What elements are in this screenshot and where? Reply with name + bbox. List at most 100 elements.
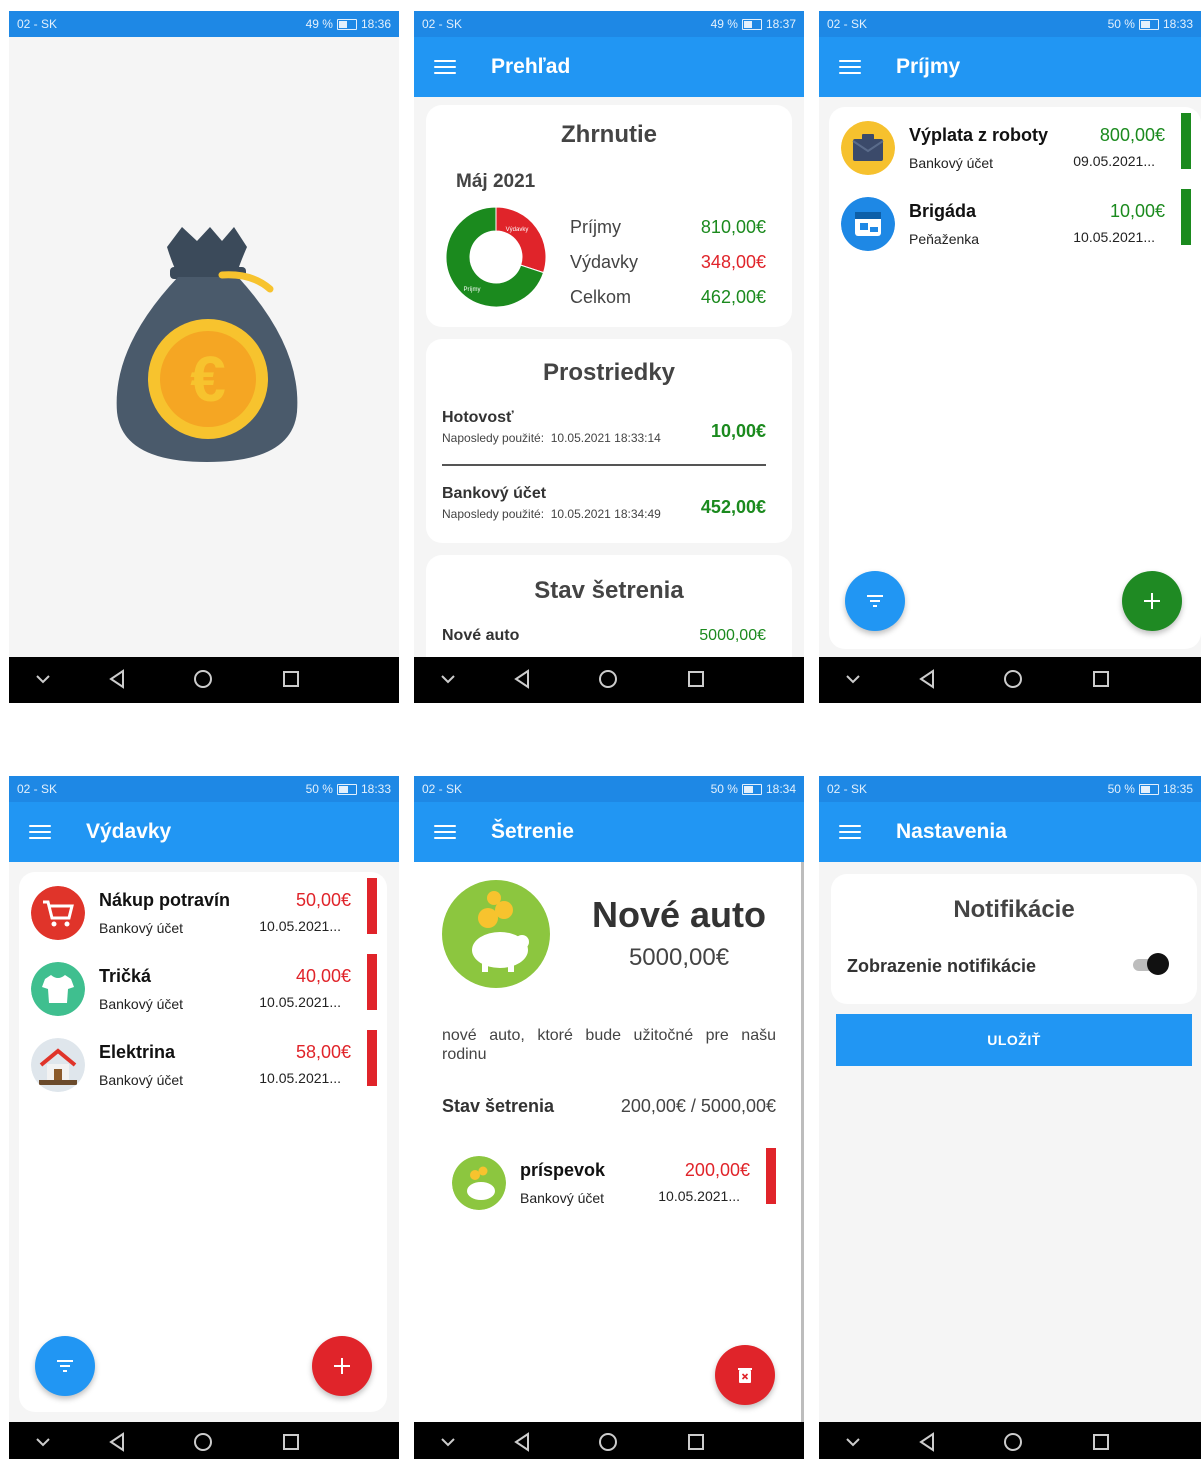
filter-button[interactable] xyxy=(845,571,905,631)
summary-label: Príjmy xyxy=(570,217,621,237)
chevron-down-icon[interactable] xyxy=(845,1432,861,1452)
recents-icon[interactable] xyxy=(686,669,706,689)
back-icon[interactable] xyxy=(512,1432,532,1452)
fund-last-used: 10.05.2021 18:34:49 xyxy=(550,507,661,521)
battery-icon xyxy=(741,18,762,30)
add-expense-button[interactable] xyxy=(312,1336,372,1396)
status-bar: 02 - SK 49 % 18:37 xyxy=(414,11,804,37)
home-icon[interactable] xyxy=(598,669,618,689)
expense-indicator xyxy=(367,878,377,934)
app-bar: Nastavenia xyxy=(819,802,1201,862)
piggy-bank-icon xyxy=(442,880,550,988)
progress-label: Stav šetrenia xyxy=(442,1096,555,1116)
menu-icon[interactable] xyxy=(434,825,456,839)
battery-level: 50 % xyxy=(1107,17,1135,31)
last-used-label: Naposledy použité: xyxy=(442,507,545,521)
item-name: Elektrina xyxy=(99,1042,176,1062)
notifications-heading: Notifikácie xyxy=(953,896,1075,923)
overview-screen: 02 - SK 49 % 18:37 Prehľad Zhrnutie Máj 2… xyxy=(414,11,804,703)
item-name: Brigáda xyxy=(909,201,977,221)
clock: 18:33 xyxy=(1162,17,1193,31)
piggy-bank-icon xyxy=(452,1156,506,1210)
home-icon[interactable] xyxy=(193,1432,213,1452)
chevron-down-icon[interactable] xyxy=(440,669,456,689)
list-item[interactable]: príspevok Bankový účet 200,00€ 10.05.202… xyxy=(440,1148,786,1222)
recents-icon[interactable] xyxy=(281,1432,301,1452)
savings-screen: 02 - SK 50 % 18:34 Šetrenie Nové auto 500… xyxy=(414,776,804,1459)
list-item[interactable]: Brigáda Peňaženka 10,00€ 10.05.2021... xyxy=(829,189,1201,263)
list-item[interactable]: Výplata z roboty Bankový účet 800,00€ 09… xyxy=(829,113,1201,187)
expenses-screen: 02 - SK 50 % 18:33 Výdavky Nákup potravín… xyxy=(9,776,399,1459)
fund-value: 452,00€ xyxy=(700,497,766,517)
deposit-indicator xyxy=(766,1148,776,1204)
chevron-down-icon[interactable] xyxy=(35,1432,51,1452)
scrollbar[interactable] xyxy=(801,862,804,1422)
clock: 18:33 xyxy=(360,782,391,796)
home-icon[interactable] xyxy=(1003,1432,1023,1452)
back-icon[interactable] xyxy=(107,1432,127,1452)
back-icon[interactable] xyxy=(107,669,127,689)
home-icon[interactable] xyxy=(598,1432,618,1452)
shopping-cart-icon xyxy=(31,886,85,940)
recents-icon[interactable] xyxy=(1091,669,1111,689)
list-item[interactable]: Nákup potravín Bankový účet 50,00€ 10.05… xyxy=(19,878,387,952)
chevron-down-icon[interactable] xyxy=(845,669,861,689)
system-nav-bar xyxy=(9,1422,399,1459)
list-item[interactable]: Tričká Bankový účet 40,00€ 10.05.2021... xyxy=(19,954,387,1028)
chart-expense-label: Výdavky xyxy=(506,227,529,233)
item-date: 09.05.2021... xyxy=(1073,153,1155,169)
summary-value: 462,00€ xyxy=(700,287,766,307)
calendar-icon xyxy=(841,197,895,251)
income-indicator xyxy=(1181,189,1191,245)
savings-item[interactable]: Nové auto 5000,00€ xyxy=(442,627,766,645)
fund-item[interactable]: Bankový účet Naposledy použité: 10.05.20… xyxy=(442,485,766,529)
home-icon[interactable] xyxy=(193,669,213,689)
add-income-button[interactable] xyxy=(1122,571,1182,631)
menu-icon[interactable] xyxy=(29,825,51,839)
page-title: Príjmy xyxy=(896,55,961,78)
filter-button[interactable] xyxy=(35,1336,95,1396)
chart-income-label: Príjmy xyxy=(464,287,481,293)
save-button-label: ULOŽIŤ xyxy=(987,1032,1041,1048)
menu-icon[interactable] xyxy=(839,825,861,839)
item-amount: 50,00€ xyxy=(295,890,351,910)
summary-label: Celkom xyxy=(570,287,632,307)
item-account: Bankový účet xyxy=(99,1072,184,1088)
back-icon[interactable] xyxy=(917,1432,937,1452)
status-bar: 02 - SK 50 % 18:33 xyxy=(819,11,1201,37)
back-icon[interactable] xyxy=(917,669,937,689)
recents-icon[interactable] xyxy=(281,669,301,689)
recents-icon[interactable] xyxy=(1091,1432,1111,1452)
item-amount: 200,00€ xyxy=(684,1160,750,1180)
recents-icon[interactable] xyxy=(686,1432,706,1452)
plus-icon xyxy=(334,1358,350,1374)
clock: 18:35 xyxy=(1162,782,1193,796)
item-name: príspevok xyxy=(520,1160,606,1180)
goal-name: Nové auto xyxy=(591,894,767,935)
menu-icon[interactable] xyxy=(434,60,456,74)
income-indicator xyxy=(1181,113,1191,169)
progress-value: 200,00€ / 5000,00€ xyxy=(620,1096,776,1116)
item-date: 10.05.2021... xyxy=(1073,229,1155,245)
battery-icon xyxy=(1138,783,1159,795)
back-icon[interactable] xyxy=(512,669,532,689)
notifications-card: Notifikácie Zobrazenie notifikácie xyxy=(831,874,1197,1004)
donut-slice-expense xyxy=(495,206,547,274)
carrier: 02 - SK xyxy=(827,782,868,796)
chevron-down-icon[interactable] xyxy=(35,669,51,689)
chevron-down-icon[interactable] xyxy=(440,1432,456,1452)
system-nav-bar xyxy=(414,1422,804,1459)
save-button[interactable]: ULOŽIŤ xyxy=(836,1014,1192,1066)
menu-icon[interactable] xyxy=(839,60,861,74)
expense-list-card: Nákup potravín Bankový účet 50,00€ 10.05… xyxy=(19,872,387,1412)
fund-item[interactable]: Hotovosť Naposledy použité: 10.05.2021 1… xyxy=(442,409,766,453)
page-title: Výdavky xyxy=(86,820,172,843)
toggle-label: Zobrazenie notifikácie xyxy=(847,956,1037,976)
list-item[interactable]: Elektrina Bankový účet 58,00€ 10.05.2021… xyxy=(19,1030,387,1104)
notifications-toggle[interactable] xyxy=(1133,953,1169,975)
battery-level: 49 % xyxy=(305,17,333,31)
delete-button[interactable] xyxy=(715,1345,775,1405)
clock: 18:37 xyxy=(765,17,796,31)
page-title: Šetrenie xyxy=(491,820,574,843)
home-icon[interactable] xyxy=(1003,669,1023,689)
